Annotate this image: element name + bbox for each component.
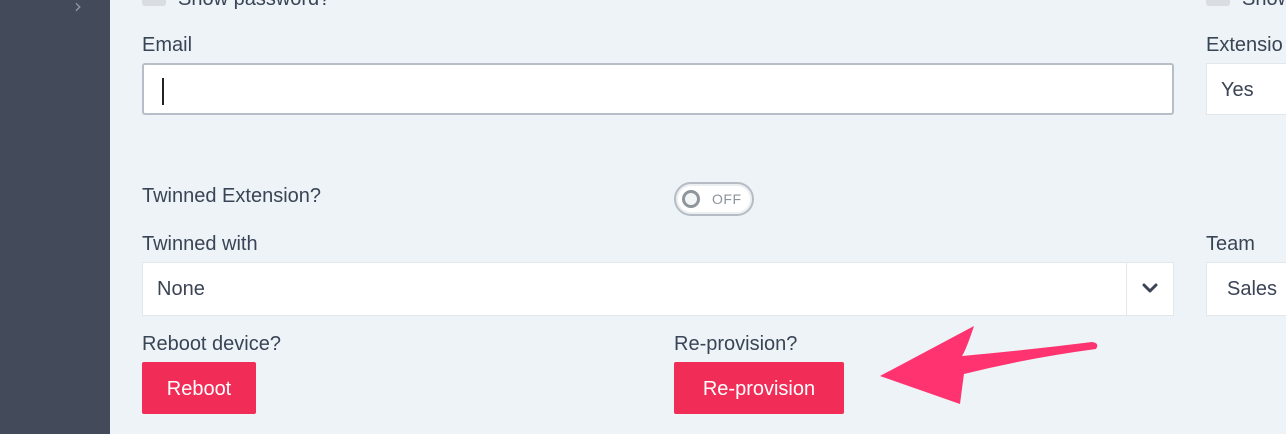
twinned-with-label: Twinned with: [142, 233, 258, 255]
select-divider: [1126, 263, 1127, 315]
twinned-with-select[interactable]: None: [142, 262, 1174, 316]
reprovision-button[interactable]: Re-provision: [674, 362, 844, 414]
team-select[interactable]: Sales: [1206, 262, 1286, 316]
chevron-right-icon[interactable]: ›: [74, 0, 82, 18]
extension-select[interactable]: Yes: [1206, 63, 1286, 115]
show-password-label: Show password?: [178, 0, 330, 11]
show-password-checkbox[interactable]: [142, 0, 166, 6]
reboot-label: Reboot device?: [142, 333, 281, 355]
show-checkbox-right-label: Show: [1242, 0, 1286, 11]
main-panel: Show password? Show Email Extensio Yes T…: [110, 0, 1286, 434]
reboot-button[interactable]: Reboot: [142, 362, 256, 414]
extension-label: Extensio: [1206, 34, 1283, 56]
team-value: Sales: [1227, 278, 1278, 300]
sidebar: ›: [0, 0, 110, 434]
show-checkbox-right[interactable]: [1206, 0, 1230, 6]
toggle-state-label: OFF: [712, 191, 742, 207]
chevron-down-icon[interactable]: [1141, 279, 1159, 297]
extension-value: Yes: [1221, 79, 1254, 101]
twinned-with-value: None: [157, 278, 205, 300]
twinned-extension-toggle[interactable]: OFF: [674, 182, 754, 216]
toggle-knob: [682, 190, 700, 208]
email-label: Email: [142, 34, 193, 56]
pink-arrow-icon: [880, 326, 1098, 404]
reprovision-label: Re-provision?: [674, 333, 798, 355]
email-field[interactable]: [142, 63, 1174, 115]
text-caret: [162, 78, 164, 105]
team-label: Team: [1206, 233, 1255, 255]
twinned-extension-label: Twinned Extension?: [142, 185, 322, 207]
